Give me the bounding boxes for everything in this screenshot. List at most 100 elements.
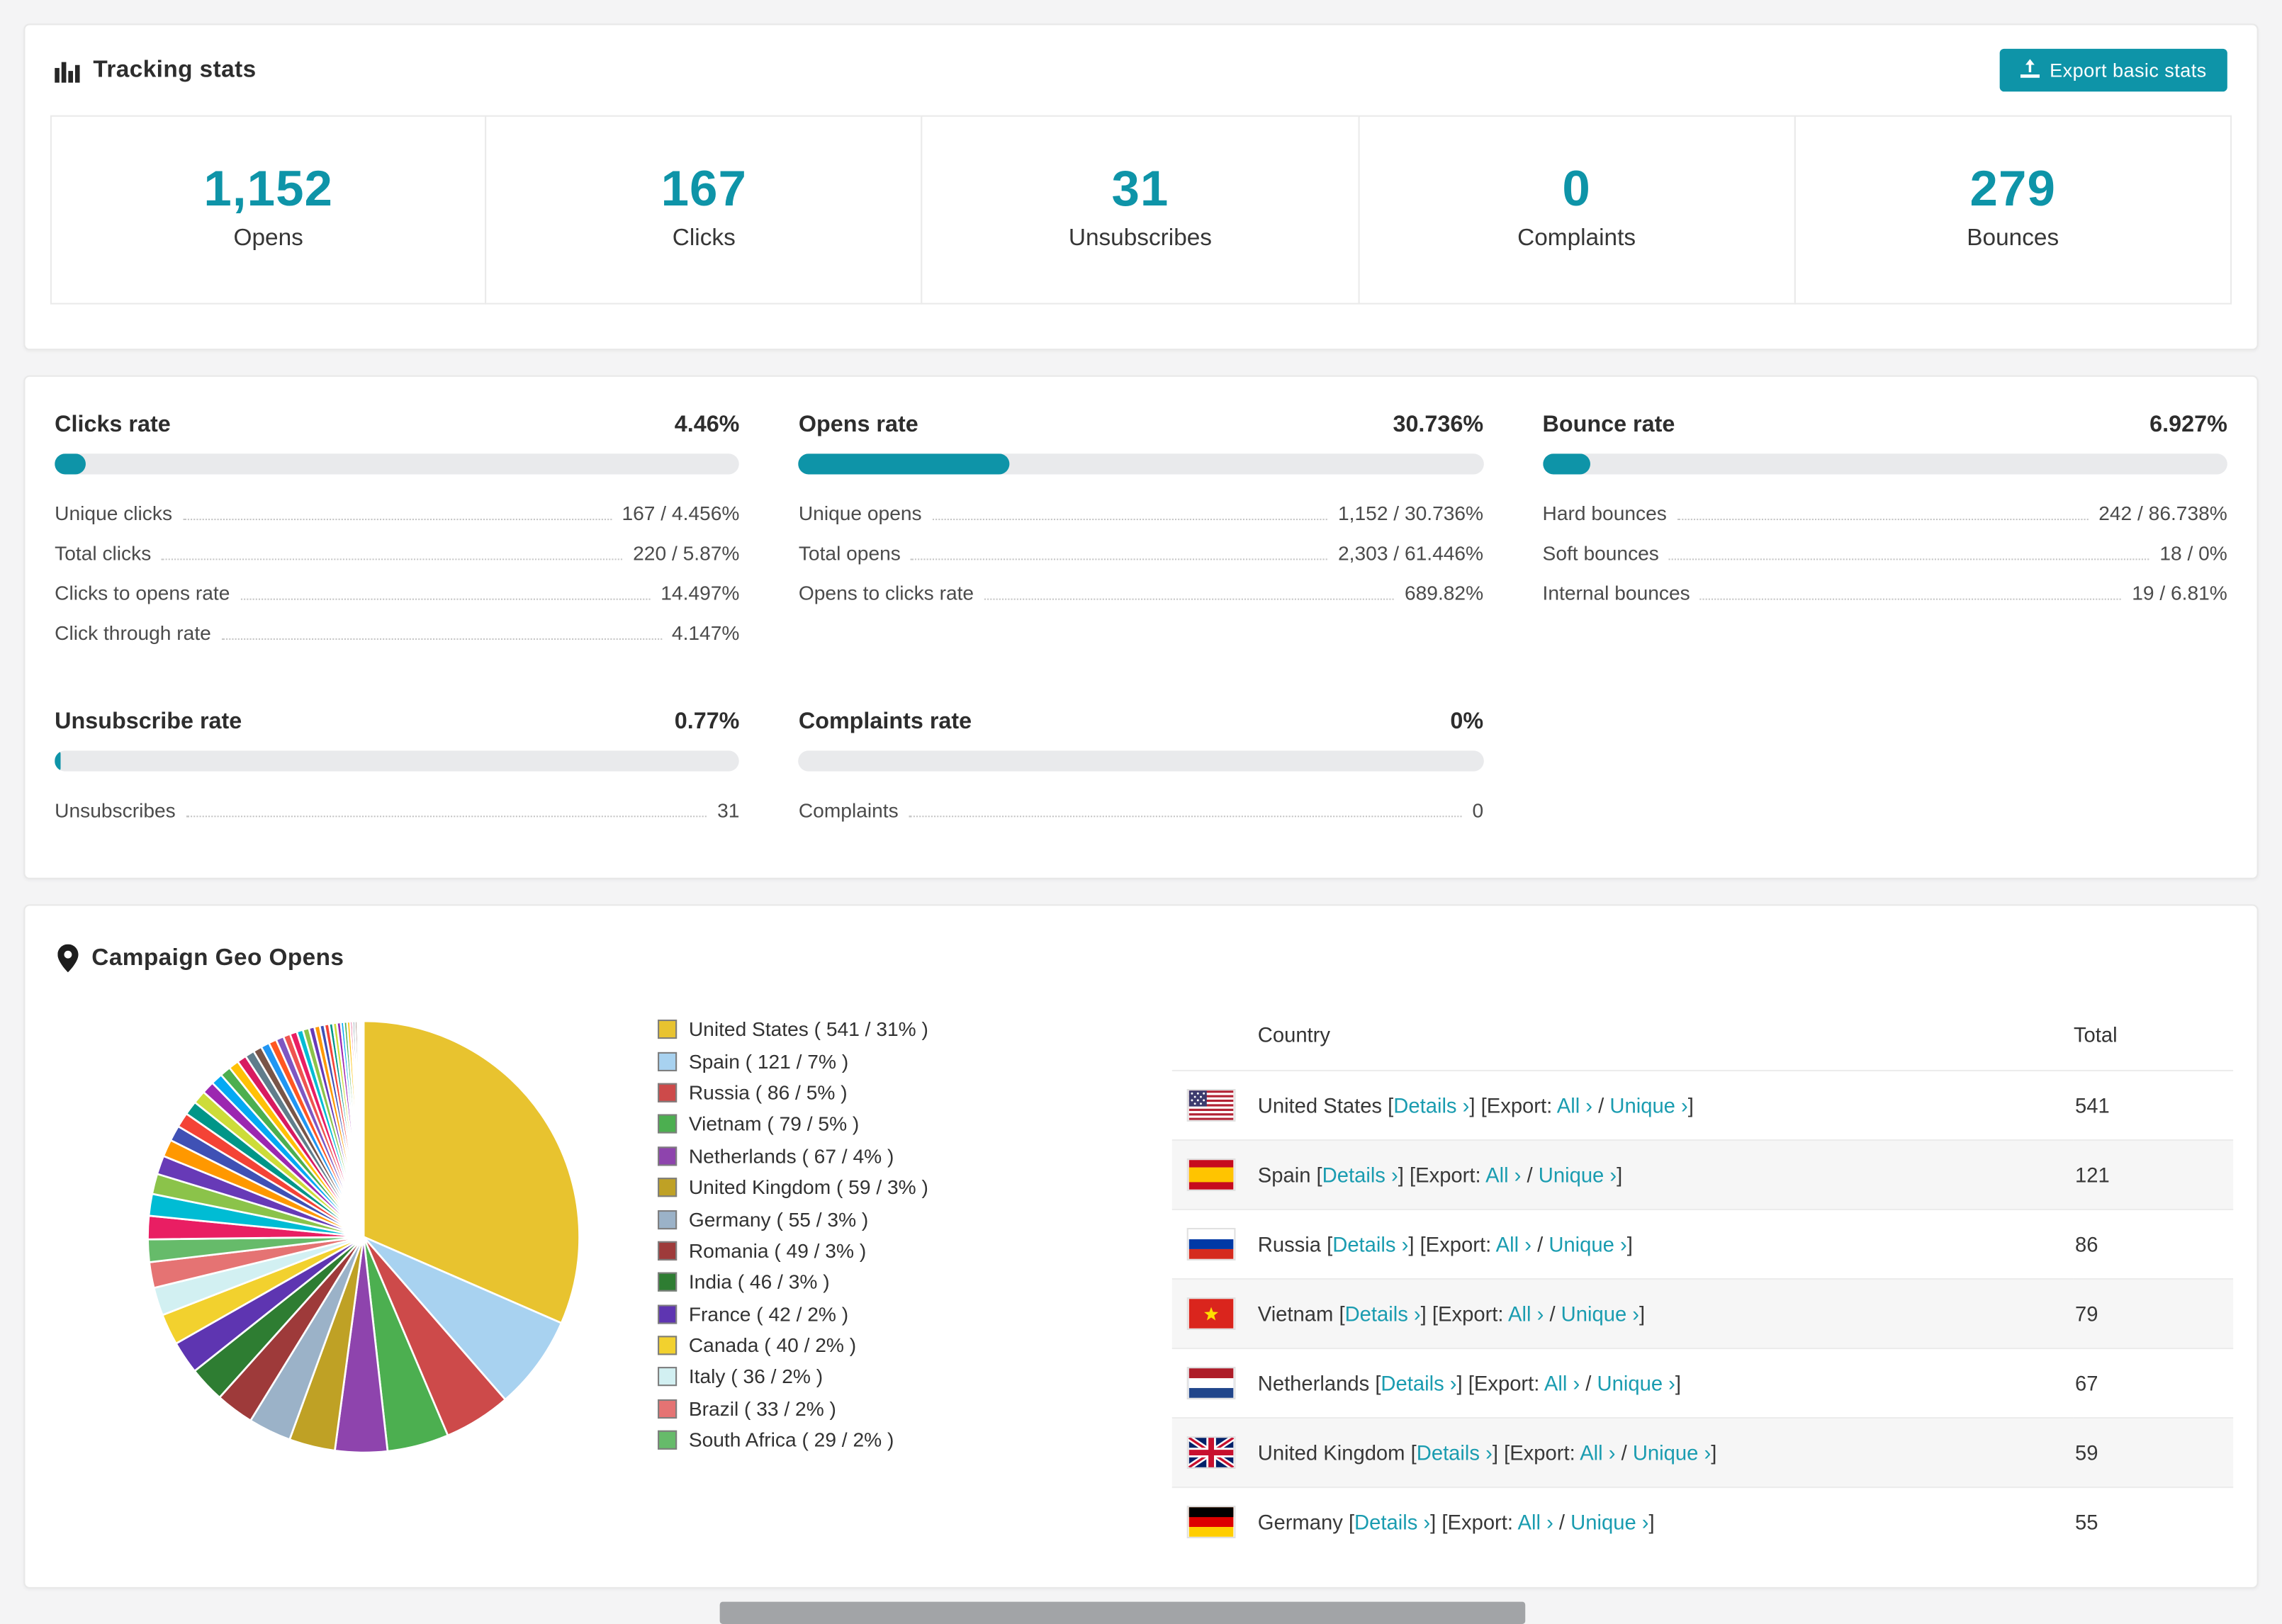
metric-label: Internal bounces (1542, 582, 1690, 605)
country-cell: Vietnam [Details ›] [Export: All › / Uni… (1186, 1297, 2072, 1331)
rates-card: Clicks rate 4.46% Unique clicks 167 / 4.… (23, 375, 2259, 880)
punct-slash: / (1580, 1371, 1597, 1395)
export-unique-link[interactable]: Unique › (1548, 1232, 1626, 1256)
export-prefix: Export: (1415, 1163, 1486, 1187)
country-name: Russia (1257, 1232, 1322, 1256)
metric-row: Internal bounces 19 / 6.81% (1543, 573, 2227, 613)
stat-box: 279 Bounces (1794, 115, 2232, 305)
export-prefix: Export: (1510, 1440, 1580, 1465)
metric-row: Opens to clicks rate 689.82% (799, 573, 1483, 613)
page-title: Tracking stats (55, 57, 256, 84)
legend-item: Germany ( 55 / 3% ) (658, 1203, 1172, 1235)
column-header-country: Country (1257, 1022, 1331, 1047)
rate-progress-track (798, 750, 1484, 772)
export-all-link[interactable]: All › (1485, 1163, 1521, 1186)
dotted-leader (909, 816, 1462, 818)
legend-item: India ( 46 / 3% ) (658, 1266, 1172, 1298)
rate-progress-fill (55, 750, 60, 772)
legend-swatch (658, 1367, 678, 1387)
metric-value: 18 / 0% (2159, 542, 2227, 565)
geo-content: United States ( 541 / 31% ) Spain ( 121 … (25, 1002, 2256, 1586)
details-link[interactable]: Details › (1393, 1093, 1469, 1117)
country-cell: Germany [Details ›] [Export: All › / Uni… (1186, 1506, 2072, 1539)
legend-label: India ( 46 / 3% ) (688, 1271, 830, 1294)
export-unique-link[interactable]: Unique › (1539, 1163, 1617, 1186)
legend-label: France ( 42 / 2% ) (688, 1302, 849, 1325)
punct-open: [ (1405, 1440, 1417, 1465)
metric-row: Complaints 0 (799, 791, 1483, 830)
details-link[interactable]: Details › (1345, 1302, 1421, 1326)
legend-item: South Africa ( 29 / 2% ) (658, 1424, 1172, 1456)
punct-slash: / (1521, 1163, 1539, 1187)
dotted-leader (1669, 558, 2149, 560)
punct-mid: ] [ (1492, 1440, 1510, 1465)
details-link[interactable]: Details › (1332, 1232, 1408, 1256)
punct-close: ] (1639, 1302, 1646, 1326)
metric-label: Opens to clicks rate (798, 582, 974, 605)
export-all-link[interactable]: All › (1544, 1372, 1580, 1395)
dotted-leader (186, 816, 707, 818)
details-link[interactable]: Details › (1417, 1441, 1493, 1465)
metric-row: Hard bounces 242 / 86.738% (1543, 494, 2227, 534)
rate-head: Bounce rate 6.927% (1543, 412, 2227, 439)
stat-label: Clicks (672, 226, 736, 252)
details-link[interactable]: Details › (1354, 1511, 1430, 1534)
geo-table-header-row: Country Total (1172, 1002, 2233, 1071)
legend-label: United Kingdom ( 59 / 3% ) (688, 1176, 928, 1199)
export-all-link[interactable]: All › (1508, 1302, 1544, 1326)
punct-close: ] (1687, 1093, 1694, 1117)
map-pin-icon (57, 944, 79, 973)
metric-value: 14.497% (661, 582, 740, 605)
tracking-stats-header: Tracking stats Export basic stats (25, 25, 2256, 109)
bar-chart-icon (55, 58, 80, 82)
horizontal-scrollbar-thumb[interactable] (719, 1601, 1526, 1624)
legend-item: Vietnam ( 79 / 5% ) (658, 1109, 1172, 1141)
metric-label: Hard bounces (1542, 502, 1667, 525)
rate-progress-track (55, 453, 740, 475)
country-cell: United States [Details ›] [Export: All ›… (1186, 1089, 2072, 1122)
punct-close: ] (1675, 1371, 1682, 1395)
export-all-link[interactable]: All › (1580, 1441, 1615, 1465)
punct-mid: ] [ (1408, 1232, 1426, 1256)
export-unique-link[interactable]: Unique › (1561, 1302, 1639, 1326)
export-unique-link[interactable]: Unique › (1633, 1441, 1711, 1465)
country-total: 67 (2075, 1371, 2098, 1395)
stat-label: Opens (233, 226, 303, 252)
punct-mid: ] [ (1430, 1511, 1448, 1535)
legend-item: Romania ( 49 / 3% ) (658, 1235, 1172, 1267)
geo-opens-card: Campaign Geo Opens United States ( 541 /… (23, 904, 2259, 1589)
legend-label: Brazil ( 33 / 2% ) (688, 1397, 836, 1420)
legend-swatch (658, 1209, 678, 1229)
export-prefix: Export: (1438, 1302, 1509, 1326)
rate-panel: Clicks rate 4.46% Unique clicks 167 / 4.… (55, 412, 739, 653)
country-flag-icon-de (1186, 1506, 1236, 1539)
export-all-link[interactable]: All › (1518, 1511, 1553, 1534)
rate-progress-fill (55, 453, 86, 475)
punct-mid: ] [ (1420, 1302, 1439, 1326)
metric-row: Unsubscribes 31 (55, 791, 739, 830)
rate-progress-fill (1542, 453, 1590, 475)
rate-rows: Unique opens 1,152 / 30.736% Total opens… (799, 494, 1483, 614)
punct-open: [ (1342, 1511, 1355, 1535)
rate-value: 0.77% (674, 709, 740, 735)
export-all-link[interactable]: All › (1557, 1093, 1592, 1117)
country-flag-icon-nl (1186, 1367, 1236, 1400)
rate-progress-track (1542, 453, 2227, 475)
geo-legend: United States ( 541 / 31% ) Spain ( 121 … (658, 1002, 1172, 1456)
country-text: Germany [Details ›] [Export: All › / Uni… (1258, 1511, 1655, 1534)
punct-close: ] (1648, 1511, 1655, 1535)
dotted-leader (221, 638, 662, 641)
export-unique-link[interactable]: Unique › (1597, 1372, 1675, 1395)
country-cell: Spain [Details ›] [Export: All › / Uniqu… (1186, 1158, 2072, 1192)
export-unique-link[interactable]: Unique › (1570, 1511, 1648, 1534)
metric-value: 2,303 / 61.446% (1338, 542, 1484, 565)
export-unique-link[interactable]: Unique › (1609, 1093, 1687, 1117)
details-link[interactable]: Details › (1322, 1163, 1398, 1186)
rate-head: Complaints rate 0% (799, 709, 1483, 736)
export-all-link[interactable]: All › (1496, 1232, 1531, 1256)
legend-label: Netherlands ( 67 / 4% ) (688, 1144, 894, 1168)
punct-mid: ] [ (1469, 1093, 1487, 1117)
legend-swatch (658, 1115, 678, 1134)
export-basic-stats-button[interactable]: Export basic stats (1999, 48, 2227, 92)
details-link[interactable]: Details › (1381, 1372, 1456, 1395)
